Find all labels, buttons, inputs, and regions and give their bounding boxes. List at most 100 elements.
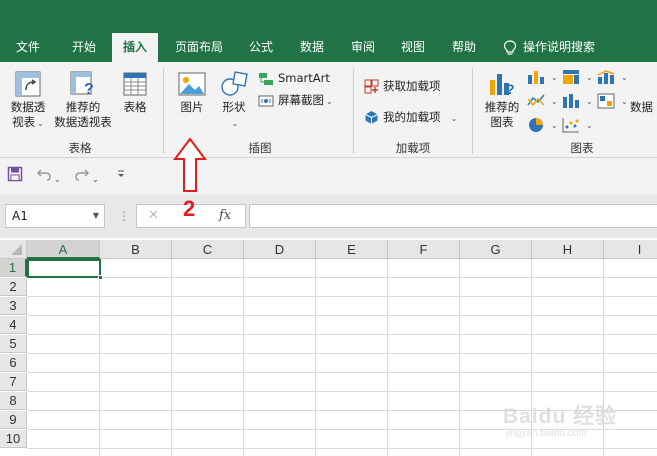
tell-me-label: 操作说明搜索 <box>523 40 596 54</box>
save-button[interactable] <box>7 166 23 186</box>
table-button[interactable]: 表格 <box>116 70 154 115</box>
select-all-icon <box>11 244 22 255</box>
select-all-corner[interactable] <box>0 240 27 259</box>
recommended-charts-button[interactable]: ? 推荐的 图表 <box>480 70 524 130</box>
row-header-10[interactable]: 10 <box>0 430 27 448</box>
row-header-4[interactable]: 4 <box>0 316 27 334</box>
quick-access-toolbar: ⌄ ⌄ <box>0 158 657 194</box>
screenshot-icon <box>258 95 274 106</box>
recommended-charts-icon: ? <box>490 74 515 97</box>
row-header-9[interactable]: 9 <box>0 411 27 429</box>
table-label: 表格 <box>123 100 147 114</box>
watermark-url: jingyan.baidu.com <box>506 428 587 439</box>
recommended-pivot-button[interactable]: ? 推荐的 数据透视表 <box>52 70 114 130</box>
my-addins-button[interactable]: 我的加载项 ⌄ <box>364 108 457 126</box>
cancel-icon[interactable]: ✕ <box>148 208 159 223</box>
shapes-icon <box>221 71 248 96</box>
pie-chart-button[interactable]: ⌄ <box>527 115 558 133</box>
column-header-c[interactable]: C <box>172 240 244 259</box>
pivot-table-label-2: 视表 <box>12 115 36 129</box>
pivot-table-icon <box>15 71 41 97</box>
row-header-5[interactable]: 5 <box>0 335 27 353</box>
chevron-down-icon: ⌄ <box>326 97 333 106</box>
tab-data[interactable]: 数据 <box>291 33 333 62</box>
baidu-watermark: Baidu 经验 jingyan.baidu.com <box>503 398 653 454</box>
group-label-tables: 表格 <box>68 141 92 155</box>
row-header-1[interactable]: 1 <box>0 259 27 277</box>
gridline <box>27 353 657 354</box>
tab-insert[interactable]: 插入 <box>112 33 158 62</box>
column-header-i[interactable]: I <box>604 240 657 259</box>
name-box[interactable]: A1 ▼ <box>5 204 105 228</box>
row-header-7[interactable]: 7 <box>0 373 27 391</box>
gridline <box>243 259 244 456</box>
column-header-a[interactable]: A <box>27 240 100 259</box>
column-header-f[interactable]: F <box>388 240 460 259</box>
undo-icon <box>36 169 51 181</box>
column-header-g[interactable]: G <box>460 240 532 259</box>
tab-help[interactable]: 帮助 <box>443 33 485 62</box>
line-chart-button[interactable]: ⌄ <box>527 91 558 109</box>
tab-home[interactable]: 开始 <box>60 33 108 62</box>
column-header-h[interactable]: H <box>532 240 604 259</box>
group-separator <box>163 68 164 154</box>
statistic-chart-button[interactable]: ⌄ <box>562 91 593 109</box>
chevron-down-icon: ⌄ <box>450 114 458 123</box>
tab-page-layout[interactable]: 页面布局 <box>168 33 230 62</box>
gridline <box>459 259 460 456</box>
redo-button[interactable]: ⌄ <box>74 166 99 186</box>
screenshot-button[interactable]: 屏幕截图 ⌄ <box>258 91 333 109</box>
group-label-charts: 图表 <box>570 141 594 155</box>
chevron-down-icon: ⌄ <box>586 121 593 130</box>
formula-input[interactable] <box>249 204 657 228</box>
gridline <box>27 277 657 278</box>
gridline <box>27 391 657 392</box>
tab-file[interactable]: 文件 <box>6 33 50 62</box>
screenshot-label: 屏幕截图 <box>278 93 324 107</box>
pictures-button[interactable]: 图片 <box>172 70 212 115</box>
customize-qat-button[interactable] <box>116 166 126 186</box>
smartart-button[interactable]: SmartArt <box>258 69 330 87</box>
get-addins-label: 获取加载项 <box>383 79 441 93</box>
pictures-label: 图片 <box>180 100 204 114</box>
fill-handle[interactable] <box>98 275 103 280</box>
tab-formulas[interactable]: 公式 <box>240 33 282 62</box>
svg-text:?: ? <box>506 81 515 97</box>
row-header-6[interactable]: 6 <box>0 354 27 372</box>
active-cell-a1[interactable] <box>27 259 103 280</box>
charts-overflow-button[interactable]: 数据 <box>630 100 657 115</box>
column-chart-button[interactable]: ⌄ <box>527 67 558 85</box>
insert-function-button[interactable]: fx <box>219 208 231 223</box>
pie-chart-icon <box>529 117 543 132</box>
row-header-3[interactable]: 3 <box>0 297 27 315</box>
column-header-d[interactable]: D <box>244 240 316 259</box>
shapes-button[interactable]: 形状 ⌄ <box>214 70 254 131</box>
ribbon-tabs: 文件 开始 插入 页面布局 公式 数据 审阅 视图 帮助 操作说明搜索 <box>0 33 657 62</box>
tell-me-search[interactable]: 操作说明搜索 <box>503 33 595 62</box>
my-addins-label: 我的加载项 <box>383 110 441 124</box>
map-chart-button[interactable]: ⌄ <box>597 91 628 109</box>
hierarchy-chart-button[interactable]: ⌄ <box>562 67 593 85</box>
redo-icon <box>75 169 90 181</box>
watermark-brand: Baidu 经验 <box>503 405 618 428</box>
title-bar: 文件 开始 插入 页面布局 公式 数据 审阅 视图 帮助 操作说明搜索 <box>0 0 657 62</box>
recommended-pivot-label-1: 推荐的 <box>65 100 101 114</box>
tab-review[interactable]: 审阅 <box>342 33 384 62</box>
combo-chart-button[interactable]: ⌄ <box>597 67 628 85</box>
column-header-b[interactable]: B <box>100 240 172 259</box>
row-header-8[interactable]: 8 <box>0 392 27 410</box>
column-header-e[interactable]: E <box>316 240 388 259</box>
pivot-table-button[interactable]: 数据透 视表 ⌄ <box>6 70 50 131</box>
row-header-2[interactable]: 2 <box>0 278 27 296</box>
annotation-arrow-icon <box>173 137 207 192</box>
gridline <box>171 259 172 456</box>
scatter-chart-button[interactable]: ⌄ <box>562 115 593 133</box>
smartart-label: SmartArt <box>278 71 330 85</box>
group-separator <box>472 68 473 154</box>
hierarchy-chart-icon <box>563 69 579 84</box>
tab-view[interactable]: 视图 <box>392 33 434 62</box>
undo-button[interactable]: ⌄ <box>36 166 61 186</box>
get-addins-button[interactable]: 获取加载项 <box>364 77 441 95</box>
line-chart-icon <box>527 94 545 106</box>
my-addins-icon <box>365 111 378 124</box>
